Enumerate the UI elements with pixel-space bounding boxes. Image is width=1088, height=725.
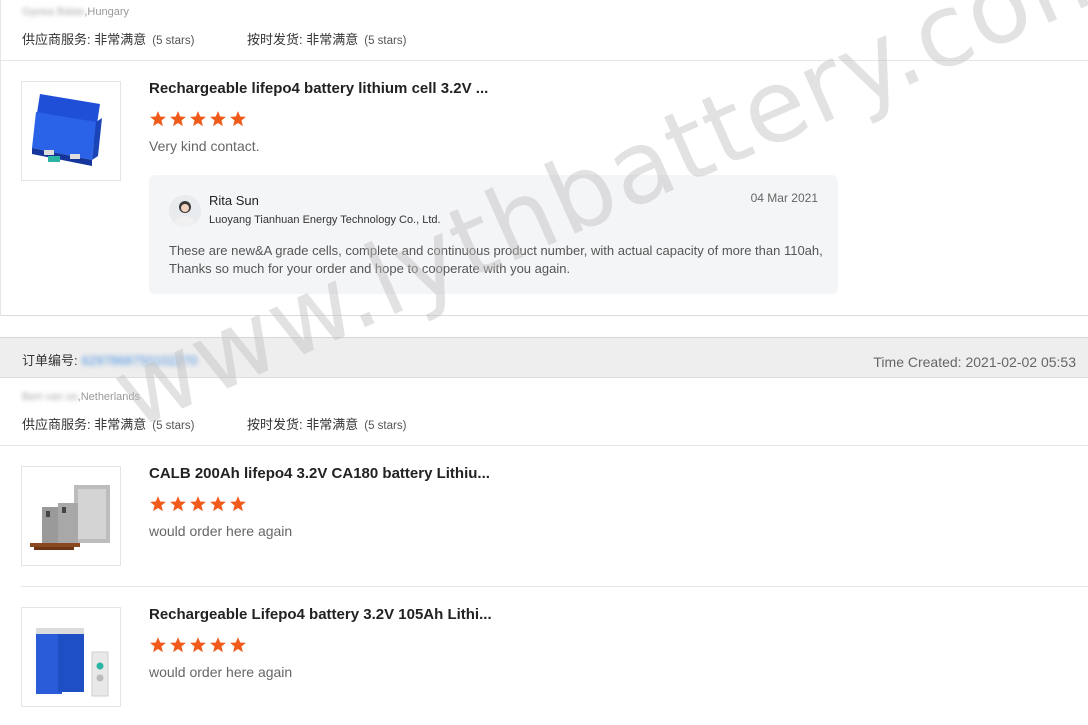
star-icon	[230, 637, 246, 653]
review-text: would order here again	[149, 664, 293, 680]
supplier-service-label: 供应商服务: 非常满意	[22, 32, 147, 47]
star-icon	[210, 496, 226, 512]
star-icon	[170, 496, 186, 512]
order-number-link[interactable]: 6297868750102270	[82, 353, 198, 368]
star-icon	[210, 637, 226, 653]
supplier-ratings: 供应商服务: 非常满意 (5 stars) 按时发货: 非常满意 (5 stars)	[22, 29, 406, 48]
divider	[0, 445, 1088, 446]
star-icon	[190, 111, 206, 127]
star-rating	[149, 636, 247, 654]
battery-cell-image	[32, 94, 102, 166]
ontime-stars: (5 stars)	[364, 35, 407, 47]
star-icon	[230, 496, 246, 512]
buyer-country: ,Netherlands	[77, 391, 141, 403]
supplier-service-stars: (5 stars)	[152, 420, 195, 432]
product-title[interactable]: Rechargeable lifepo4 battery lithium cel…	[149, 80, 488, 97]
star-icon	[150, 637, 166, 653]
supplier-ratings: 供应商服务: 非常满意 (5 stars) 按时发货: 非常满意 (5 stars)	[22, 414, 406, 433]
reply-text: These are new&A grade cells, complete an…	[169, 243, 823, 276]
order-number-label: 订单编号: 6297868750102270	[22, 350, 197, 369]
ontime-delivery: 按时发货: 非常满意 (5 stars)	[247, 29, 406, 48]
divider	[0, 60, 1088, 61]
reply-author-name: Rita Sun	[209, 193, 259, 208]
product-thumbnail[interactable]	[21, 466, 121, 566]
time-created: Time Created: 2021-02-02 05:53	[873, 354, 1076, 370]
ontime-delivery: 按时发货: 非常满意 (5 stars)	[247, 414, 406, 433]
reply-date: 04 Mar 2021	[750, 191, 818, 205]
buyer-name: Gyosa Balas	[22, 6, 85, 18]
star-icon	[170, 111, 186, 127]
review-text: Very kind contact.	[149, 138, 260, 154]
star-icon	[210, 111, 226, 127]
review-text: would order here again	[149, 523, 293, 539]
supplier-service-label: 供应商服务: 非常满意	[22, 417, 147, 432]
ontime-label: 按时发货: 非常满意	[247, 417, 359, 432]
star-icon	[150, 496, 166, 512]
buyer-line: Bert van os,Netherlands	[22, 391, 140, 403]
reply-company: Luoyang Tianhuan Energy Technology Co., …	[209, 214, 441, 226]
star-icon	[230, 111, 246, 127]
star-rating	[149, 495, 247, 513]
order-label-text: 订单编号:	[22, 353, 78, 368]
supplier-reply: Rita Sun Luoyang Tianhuan Energy Technol…	[149, 175, 838, 294]
order-header: 订单编号: 6297868750102270 Time Created: 2021…	[0, 337, 1088, 378]
ontime-label: 按时发货: 非常满意	[247, 32, 359, 47]
buyer-country: ,Hungary	[84, 6, 130, 18]
battery-cells-image	[36, 628, 109, 697]
person-avatar-icon	[169, 195, 201, 227]
supplier-service-stars: (5 stars)	[152, 35, 195, 47]
star-rating	[149, 110, 247, 128]
star-icon	[150, 111, 166, 127]
buyer-name: Bert van os	[22, 391, 78, 403]
product-thumbnail[interactable]	[21, 81, 121, 181]
product-title[interactable]: CALB 200Ah lifepo4 3.2V CA180 battery Li…	[149, 465, 490, 482]
left-border	[0, 0, 1, 316]
star-icon	[190, 496, 206, 512]
product-thumbnail[interactable]	[21, 607, 121, 707]
buyer-line: Gyosa Balas,Hungary	[22, 6, 129, 18]
star-icon	[190, 637, 206, 653]
divider	[21, 586, 1088, 587]
star-icon	[170, 637, 186, 653]
product-title[interactable]: Rechargeable Lifepo4 battery 3.2V 105Ah …	[149, 606, 492, 623]
avatar	[169, 195, 201, 227]
divider	[0, 315, 1088, 316]
ontime-stars: (5 stars)	[364, 420, 407, 432]
battery-cells-image	[30, 485, 110, 550]
